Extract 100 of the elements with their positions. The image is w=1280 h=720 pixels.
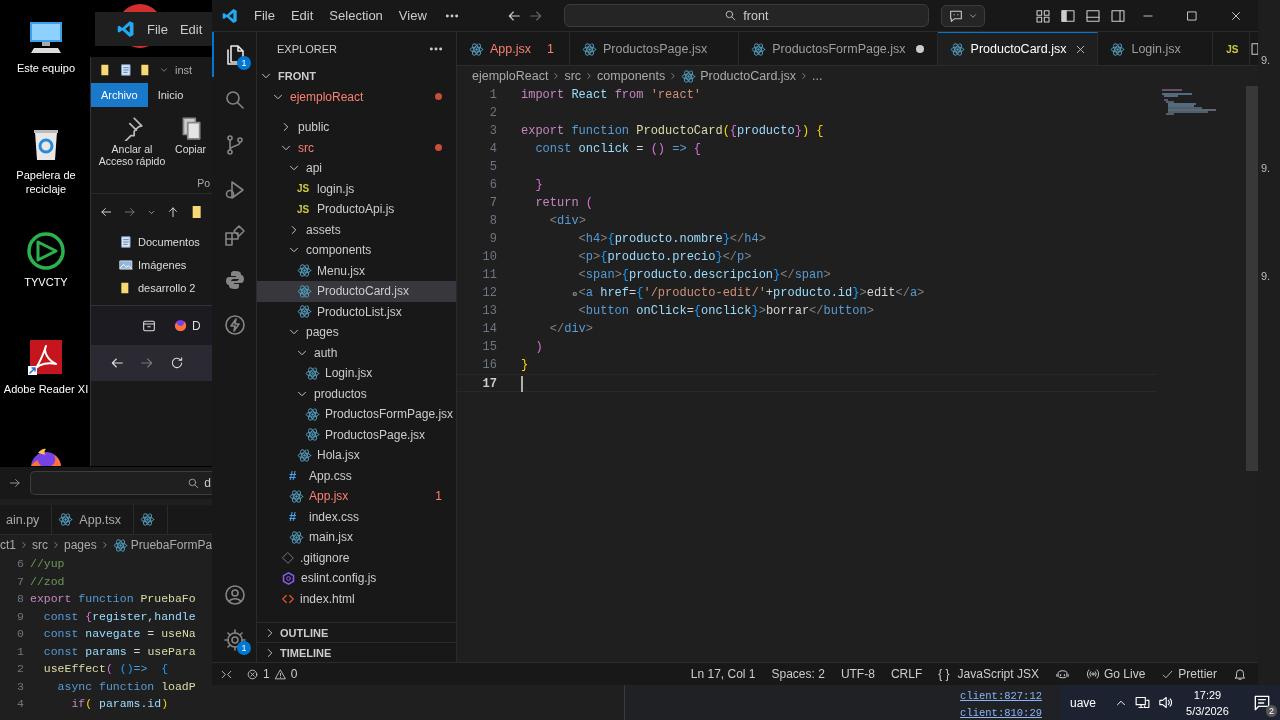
tree-item[interactable]: main.jsx: [257, 527, 456, 548]
tree-item[interactable]: src: [257, 137, 456, 158]
menu-item[interactable]: Selection: [321, 5, 391, 26]
breadcrumb-item[interactable]: components: [597, 69, 666, 83]
reload-icon[interactable]: [169, 355, 185, 371]
tree-item[interactable]: pages: [257, 322, 456, 343]
status-item[interactable]: CRLF: [885, 667, 928, 681]
status-item[interactable]: Ln 17, Col 1: [685, 667, 761, 681]
sidebar-toggle-icon[interactable]: [1060, 7, 1076, 24]
breadcrumb-item[interactable]: ...: [812, 69, 823, 83]
tree-item[interactable]: App.jsx 1: [257, 486, 456, 507]
tree-item[interactable]: auth: [257, 342, 456, 363]
maximize-icon[interactable]: [1185, 8, 1199, 23]
circuit-gate-icon[interactable]: [26, 231, 66, 271]
status-item[interactable]: Spaces: 2: [766, 667, 830, 681]
tree-item[interactable]: api: [257, 158, 456, 179]
status-item[interactable]: UTF-8: [835, 667, 880, 681]
tree-item[interactable]: JS login.js: [257, 178, 456, 199]
square-marker-icon[interactable]: [572, 291, 578, 297]
breadcrumb-item[interactable]: src: [564, 69, 582, 83]
editor-tab[interactable]: ain.py: [0, 505, 53, 534]
editor-tab[interactable]: App.tsx: [52, 505, 135, 534]
tree-item[interactable]: ProductoList.jsx: [257, 301, 456, 322]
quick-access-item[interactable]: desarrollo 2: [119, 278, 212, 297]
secondary-sidebar-icon[interactable]: [1110, 7, 1126, 24]
breadcrumb-item[interactable]: src: [32, 538, 48, 552]
atom-icon: [289, 529, 304, 545]
tree-item[interactable]: # index.css: [257, 506, 456, 527]
ribbon-button[interactable]: Anclar al Acceso rápido: [97, 115, 168, 177]
tree-item[interactable]: Login.jsx: [257, 363, 456, 384]
dropdown-caret-icon[interactable]: [159, 65, 169, 75]
search-field[interactable]: d: [30, 471, 212, 495]
editor-logo-icon: [117, 20, 135, 38]
scrollbar-thumb[interactable]: [1246, 86, 1258, 471]
search-field[interactable]: front: [563, 4, 929, 27]
forward-arrow-icon[interactable]: [8, 476, 22, 490]
tree-item[interactable]: # App.css: [257, 465, 456, 486]
menu-item[interactable]: View: [390, 5, 435, 26]
quick-access-item[interactable]: Imágenes: [119, 255, 212, 274]
breadcrumb-item[interactable]: ejemploReact: [472, 69, 549, 83]
breadcrumb-item[interactable]: ct1: [0, 538, 16, 552]
back-arrow-icon[interactable]: [109, 355, 125, 371]
browser-tab[interactable]: D: [173, 318, 201, 333]
up-arrow-icon[interactable]: [166, 205, 180, 219]
clock-date[interactable]: 5/3/2026: [1186, 702, 1229, 719]
menu-item[interactable]: File: [246, 5, 283, 26]
tree-item[interactable]: public: [257, 117, 456, 138]
minimap-drawing[interactable]: [1160, 88, 1216, 118]
menu-item[interactable]: Edit: [282, 5, 322, 26]
document-icon: [119, 234, 133, 249]
tree-item[interactable]: ProductoCard.jsx: [257, 281, 456, 302]
breadcrumb-item[interactable]: PruebaFormPa: [112, 537, 212, 553]
tree-item[interactable]: Menu.jsx: [257, 260, 456, 281]
section-header[interactable]: OUTLINE: [257, 622, 456, 642]
panel-toggle-icon[interactable]: [1085, 7, 1101, 24]
warning-icon: [273, 667, 287, 681]
volume-icon[interactable]: [1157, 694, 1175, 711]
tree-item[interactable]: ProductosPage.jsx: [257, 424, 456, 445]
tree-item[interactable]: Hola.jsx: [257, 445, 456, 466]
chat-button[interactable]: [941, 4, 985, 27]
tree-item[interactable]: components: [257, 240, 456, 261]
tree-item[interactable]: ejemploReact: [257, 86, 456, 107]
fox-globe-icon: [173, 318, 188, 333]
tree-item[interactable]: productos: [257, 383, 456, 404]
line-number: 2: [16, 661, 25, 677]
network-icon[interactable]: [1134, 694, 1152, 711]
editor-tab[interactable]: ProductoCard.jsx: [937, 32, 1099, 65]
activity-button[interactable]: 1: [212, 617, 257, 662]
properties-icon[interactable]: [119, 63, 133, 77]
section-header[interactable]: FRONT: [257, 66, 456, 87]
breadcrumb-item[interactable]: pages: [64, 538, 97, 552]
source-link[interactable]: client:827:12: [960, 690, 1042, 702]
breadcrumb-item[interactable]: ProductoCard.jsx: [681, 68, 797, 84]
forward-arrow-icon[interactable]: [139, 355, 155, 371]
quick-access-item[interactable]: Documentos: [119, 232, 212, 251]
ribbon-button[interactable]: Copiar: [175, 115, 206, 177]
code-line: <span>{producto.descripcion}</span>: [578, 267, 831, 284]
ribbon-tab[interactable]: Archivo: [91, 83, 148, 107]
go-live-button[interactable]: Go Live: [1080, 667, 1151, 681]
forward-arrow-icon[interactable]: [123, 205, 137, 219]
menu-item[interactable]: Edit: [179, 21, 203, 37]
source-link[interactable]: client:810:29: [960, 707, 1042, 719]
back-arrow-icon[interactable]: [99, 205, 113, 219]
language-mode[interactable]: { } JavaScript JSX: [933, 667, 1044, 681]
problems-button[interactable]: 1 0: [241, 667, 303, 681]
code-line: const navegate = useNa: [43, 626, 196, 642]
ribbon-tab[interactable]: Inicio: [147, 83, 194, 107]
tree-item[interactable]: assets: [257, 219, 456, 240]
menu-item[interactable]: File: [147, 21, 168, 37]
tree-item[interactable]: ProductosFormPage.jsx: [257, 404, 456, 425]
atom-icon: [112, 537, 128, 553]
clock-time[interactable]: 17:29: [1193, 686, 1222, 703]
bell-icon[interactable]: [1233, 667, 1247, 681]
formatter-button[interactable]: Prettier: [1156, 667, 1222, 681]
unsaved-dot: [915, 45, 924, 53]
tree-item[interactable]: JS ProductoApi.js: [257, 199, 456, 220]
tree-item[interactable]: eslint.config.js: [257, 568, 456, 589]
tree-item[interactable]: index.html: [257, 588, 456, 609]
grid-layout-icon[interactable]: [1035, 7, 1051, 24]
tree-item[interactable]: .gitignore: [257, 547, 456, 568]
